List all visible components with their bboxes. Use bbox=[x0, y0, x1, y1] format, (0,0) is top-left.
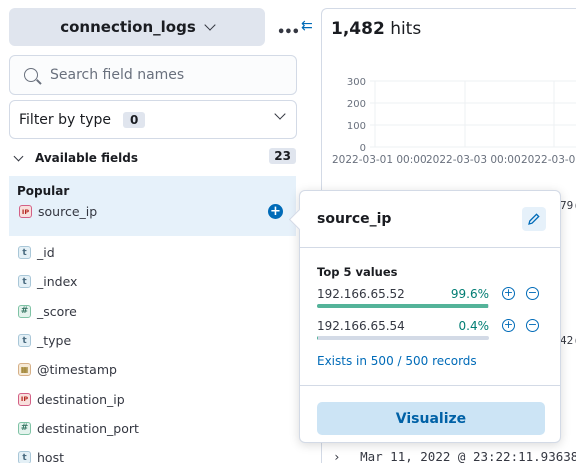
collapse-sidebar-icon[interactable]: ⇇ bbox=[301, 18, 313, 34]
popular-fields-section: Popular IP source_ip + bbox=[9, 176, 296, 236]
y-tick-label: 100 bbox=[347, 121, 366, 132]
available-fields-label: Available fields bbox=[35, 151, 139, 165]
add-field-button[interactable]: + bbox=[268, 204, 283, 219]
visualize-button[interactable]: Visualize bbox=[317, 402, 545, 435]
string-type-icon: t bbox=[18, 275, 31, 289]
index-pattern-name: connection_logs bbox=[60, 18, 196, 36]
field-name: _type bbox=[37, 333, 72, 349]
filter-out-value-icon[interactable]: − bbox=[526, 319, 539, 332]
document-row[interactable]: › Mar 11, 2022 @ 23:22:11.9363876 bbox=[333, 449, 576, 463]
document-row-fragment: 79( bbox=[560, 199, 576, 212]
document-timestamp: Mar 11, 2022 @ 23:22:11.9363876 bbox=[360, 449, 576, 463]
y-tick-label: 200 bbox=[347, 99, 366, 110]
field-item-host[interactable]: t host bbox=[18, 443, 288, 463]
string-type-icon: t bbox=[18, 334, 31, 348]
field-name: _id bbox=[37, 245, 55, 261]
x-tick-label: 2022-03-03 00:00 bbox=[426, 154, 521, 166]
divider bbox=[300, 247, 560, 248]
available-fields-count: 23 bbox=[269, 148, 296, 164]
x-tick-label: 2022-03-05 bbox=[521, 154, 576, 166]
string-type-icon: t bbox=[18, 451, 31, 463]
value-progress-bar bbox=[317, 336, 489, 340]
filter-by-type-label: Filter by type bbox=[19, 111, 112, 128]
field-sidebar: connection_logs ••• Filter by type 0 Ava… bbox=[0, 0, 302, 463]
popover-field-name: source_ip bbox=[317, 211, 392, 227]
field-item-id[interactable]: t _id bbox=[18, 238, 288, 267]
ip-type-icon: IP bbox=[18, 392, 31, 406]
pencil-icon bbox=[528, 213, 540, 225]
date-type-icon: ▦ bbox=[18, 363, 31, 377]
ip-type-icon: IP bbox=[19, 205, 32, 218]
value-label: 192.166.65.54 bbox=[317, 319, 405, 333]
field-item-type[interactable]: t _type bbox=[18, 326, 288, 355]
number-type-icon: # bbox=[18, 421, 31, 435]
hits-label: hits bbox=[390, 19, 422, 39]
value-progress-fill bbox=[317, 304, 489, 308]
filter-count-badge: 0 bbox=[123, 111, 146, 128]
top-values-label: Top 5 values bbox=[317, 265, 398, 279]
histogram-chart[interactable]: 300 200 100 02022-03-01 00:00 2022-03-03 00:… bbox=[322, 64, 576, 184]
field-search-box[interactable] bbox=[9, 55, 297, 95]
chevron-down-icon bbox=[13, 151, 24, 161]
chevron-down-icon bbox=[274, 108, 286, 120]
hits-counter: 1,482 hits bbox=[331, 19, 421, 39]
number-type-icon: # bbox=[18, 304, 31, 318]
chevron-down-icon bbox=[204, 19, 216, 31]
value-label: 192.166.65.52 bbox=[317, 287, 405, 301]
filter-out-value-icon[interactable]: − bbox=[526, 287, 539, 300]
field-name: destination_port bbox=[37, 420, 139, 436]
field-name: @timestamp bbox=[37, 362, 117, 378]
more-options-icon[interactable]: ••• bbox=[277, 25, 300, 40]
exists-in-records-link[interactable]: Exists in 500 / 500 records bbox=[317, 354, 477, 368]
y-tick-label: 0 bbox=[360, 143, 366, 154]
field-name: host bbox=[37, 450, 64, 463]
available-fields-toggle[interactable]: Available fields 23 bbox=[12, 148, 296, 168]
field-name: destination_ip bbox=[37, 391, 125, 407]
field-item-destination-ip[interactable]: IP destination_ip bbox=[18, 384, 288, 413]
hits-count: 1,482 bbox=[331, 19, 385, 39]
filter-by-type-button[interactable]: Filter by type 0 bbox=[9, 100, 297, 139]
filter-for-value-icon[interactable]: + bbox=[502, 287, 515, 300]
field-name: _score bbox=[37, 303, 77, 319]
search-icon bbox=[24, 68, 38, 82]
field-item-destination-port[interactable]: # destination_port bbox=[18, 414, 288, 443]
field-name: source_ip bbox=[38, 204, 98, 219]
string-type-icon: t bbox=[18, 246, 31, 260]
value-progress-bar bbox=[317, 304, 489, 308]
field-item-source-ip[interactable]: IP source_ip bbox=[19, 204, 97, 219]
field-item-score[interactable]: # _score bbox=[18, 297, 288, 326]
value-percent: 99.6% bbox=[450, 287, 489, 301]
y-tick-label: 300 bbox=[347, 77, 366, 88]
search-input[interactable] bbox=[50, 67, 270, 83]
field-item-index[interactable]: t _index bbox=[18, 267, 288, 296]
value-progress-fill bbox=[317, 336, 318, 340]
expand-row-icon[interactable]: › bbox=[333, 449, 341, 463]
index-pattern-selector[interactable]: connection_logs bbox=[9, 8, 265, 46]
x-tick-label: 2022-03-01 00:00 bbox=[332, 154, 427, 166]
field-name: _index bbox=[37, 274, 78, 290]
divider bbox=[300, 385, 560, 386]
field-item-timestamp[interactable]: ▦ @timestamp bbox=[18, 355, 288, 384]
filter-for-value-icon[interactable]: + bbox=[502, 319, 515, 332]
field-details-popover: source_ip Top 5 values 192.166.65.52 99.… bbox=[299, 190, 561, 443]
value-percent: 0.4% bbox=[458, 319, 490, 333]
popular-title: Popular bbox=[17, 184, 70, 198]
document-row-fragment: 42( bbox=[560, 334, 576, 347]
edit-field-button[interactable] bbox=[522, 207, 546, 231]
field-list: t _id t _index # _score t _type ▦ @times… bbox=[18, 238, 288, 463]
